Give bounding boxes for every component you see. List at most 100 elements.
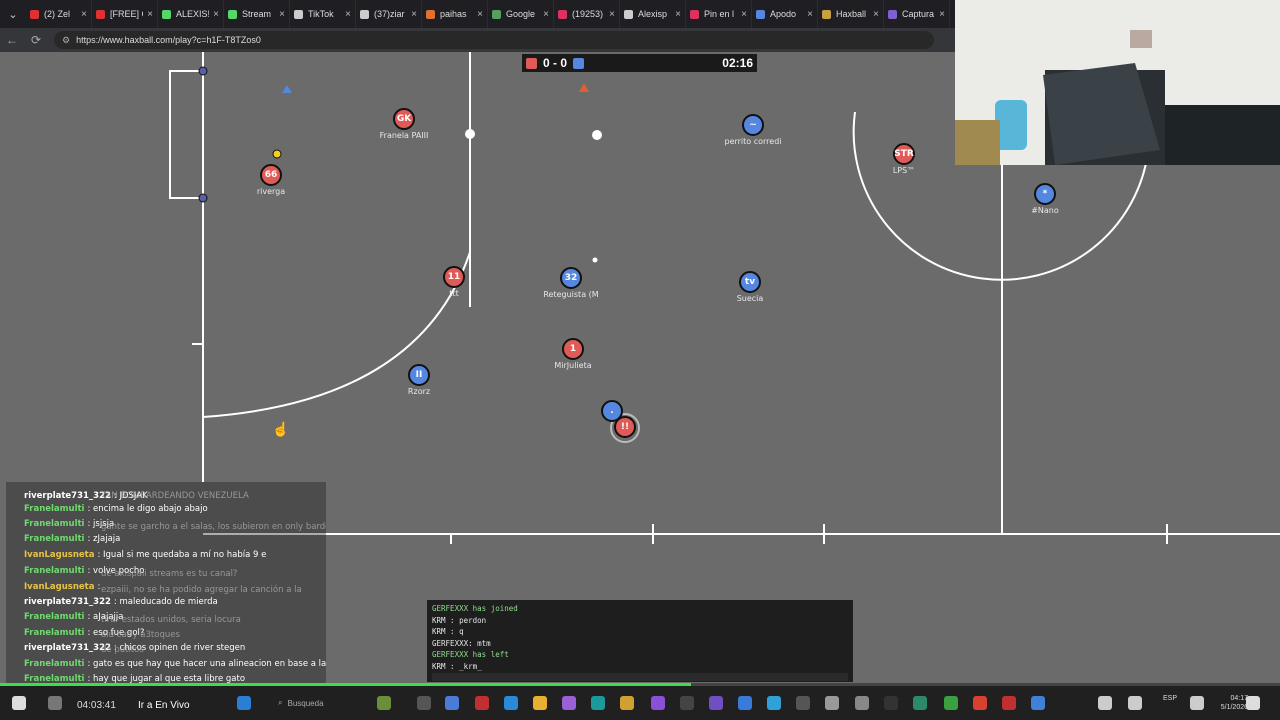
app-icon-13[interactable] [1031,696,1045,710]
chrome-icon[interactable] [944,696,958,710]
tab-close-icon[interactable]: × [609,9,615,20]
browser-tab[interactable]: Haxball × [818,0,884,28]
tab-label: Apodo [770,9,797,19]
gear-icon[interactable] [1246,696,1260,710]
tray-icon[interactable] [1098,696,1112,710]
app-icon-11[interactable] [913,696,927,710]
reload-icon[interactable]: ⟳ [24,33,48,47]
tab-favicon-icon [360,9,369,19]
browser-tab[interactable]: Alexisp × [620,0,686,28]
tab-close-icon[interactable]: × [345,9,351,20]
scoreboard: 0 - 0 02:16 [522,54,757,72]
chat-message: IvanLagusneta: [24,582,100,592]
chat-message: ezpaiii, no se ha podido agregar la canc… [101,585,302,595]
game-chat-input[interactable] [432,673,848,681]
language-indicator[interactable]: ESP [1163,695,1177,703]
chat-message-faded-text: de axispaii streams es tu canal? [101,569,238,579]
tab-close-icon[interactable]: × [807,9,813,20]
settings-icon[interactable] [855,696,869,710]
chat-username: riverplate731_322 [24,597,111,607]
play-icon[interactable] [12,696,26,710]
tab-label: Alexisp [638,9,668,19]
edge-icon[interactable] [591,696,605,710]
browser-tab[interactable]: TikTok × [290,0,356,28]
tab-favicon-icon [492,9,501,19]
tab-menu-icon[interactable]: ⌄ [0,0,26,28]
site-info-icon[interactable]: ⚙ [62,35,70,46]
browser-tab[interactable]: Apodo × [752,0,818,28]
tab-close-icon[interactable]: × [81,9,87,20]
app-icon-9[interactable] [796,696,810,710]
browser-tab[interactable]: [FREE] C × [92,0,158,28]
chat-username: IvanLagusneta [24,550,95,560]
webcam-image [955,0,1280,165]
blue-player-disc: II [408,364,430,386]
tab-close-icon[interactable]: × [213,9,219,20]
tab-close-icon[interactable]: × [741,9,747,20]
browser-tab-strip: ⌄ (2) Zel×[FREE] C×ALEXIS!×Stream×TikTok… [0,0,955,28]
tab-favicon-icon [756,9,765,19]
chat-text: encima le digo abajo abajo [93,504,208,514]
blue-player-disc: * [1034,183,1056,205]
go-live-button[interactable]: Ir a En Vivo [138,700,190,711]
browser-tab[interactable]: ALEXIS! × [158,0,224,28]
app-icon-3[interactable] [562,696,576,710]
tab-label: paihas [440,9,467,19]
store-icon[interactable] [504,696,518,710]
score: 0 - 0 [543,56,568,70]
app-icon-10[interactable] [825,696,839,710]
chat-message-faded-text: gante se garcho a el salas, los subieron… [101,522,326,532]
tab-close-icon[interactable]: × [477,9,483,20]
browser-tab[interactable]: (19253) × [554,0,620,28]
file-explorer-icon[interactable] [533,696,547,710]
match-timer: 02:16 [722,56,753,70]
system-clock[interactable]: 04:17 5/1/2026 [1221,694,1248,712]
chat-username: IvanLagusneta [24,582,95,592]
url-text: https://www.haxball.com/play?c=h1F-T8TZo… [76,35,261,45]
app-icon-7[interactable] [738,696,752,710]
player-name: Suecia [736,294,764,303]
browser-tab[interactable]: Google × [488,0,554,28]
player-name: Rzorz [407,387,431,396]
taskbar-search-field[interactable]: ⌕ Busqueda [278,694,358,712]
tab-close-icon[interactable]: × [873,9,879,20]
volume-icon[interactable] [48,696,62,710]
tab-label: [FREE] C [110,9,143,19]
player-name: perrito corredi [724,137,782,146]
app-icon-2[interactable] [475,696,489,710]
tab-favicon-icon [558,9,567,19]
browser-tab[interactable]: paihas × [422,0,488,28]
browser-tab[interactable]: Stream × [224,0,290,28]
taskbar: 04:03:41 Ir a En Vivo ⌕ Busqueda ESP 04:… [0,686,1280,720]
app-icon-12[interactable] [1002,696,1016,710]
tab-close-icon[interactable]: × [543,9,549,20]
app-icon-5[interactable] [680,696,694,710]
speaker-icon[interactable] [1190,696,1204,710]
player-name: ttt [449,289,459,298]
browser-tab[interactable]: (37)ziar × [356,0,422,28]
url-field[interactable]: ⚙ https://www.haxball.com/play?c=h1F-T8T… [54,31,934,49]
back-icon[interactable]: ← [0,33,24,47]
network-icon[interactable] [1128,696,1142,710]
widget-icon[interactable] [377,696,391,710]
chat-message-faded-text: de putitos [101,645,144,655]
tab-close-icon[interactable]: × [147,9,153,20]
browser-tab[interactable]: Pin en l × [686,0,752,28]
terminal-icon[interactable] [884,696,898,710]
clock-date: 5/1/2026 [1220,704,1248,711]
app-icon-6[interactable] [709,696,723,710]
app-icon-4[interactable] [620,696,634,710]
discord-icon[interactable] [651,696,665,710]
task-view-icon[interactable] [417,696,431,710]
tab-close-icon[interactable]: × [411,9,417,20]
tab-label: (37)ziar [374,9,405,19]
app-icon-1[interactable] [445,696,459,710]
tab-close-icon[interactable]: × [939,9,945,20]
tab-close-icon[interactable]: × [675,9,681,20]
browser-tab[interactable]: Captura × [884,0,950,28]
browser-tab[interactable]: (2) Zel × [26,0,92,28]
windows-start-icon[interactable] [237,696,251,710]
chrome-alt-icon[interactable] [973,696,987,710]
app-icon-8[interactable] [767,696,781,710]
tab-close-icon[interactable]: × [279,9,285,20]
